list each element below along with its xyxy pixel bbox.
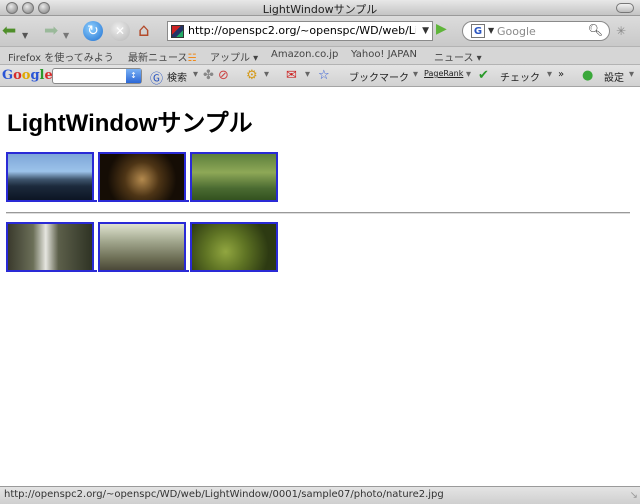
thumbnail-misty-plants[interactable] [98, 222, 186, 272]
bookmark-amazon[interactable]: Amazon.co.jp [271, 49, 338, 60]
autofill-dropdown-icon[interactable]: ▾ [264, 69, 269, 80]
rss-icon: ☵ [187, 53, 197, 64]
home-icon[interactable]: ⌂ [138, 21, 149, 41]
settings-dropdown-icon[interactable]: ▾ [629, 69, 634, 80]
settings-orb-icon[interactable]: ● [582, 68, 593, 83]
google-bookmarks-button[interactable]: ブックマーク [349, 69, 409, 84]
gmail-dropdown-icon[interactable]: ▾ [305, 69, 310, 80]
link-underline [94, 200, 97, 202]
horizontal-rule [6, 212, 630, 214]
gmail-icon[interactable]: ✉ [286, 68, 297, 83]
title-bar: LightWindowサンプル [0, 0, 640, 16]
address-bar[interactable]: http://openspc2.org/~openspc/WD/web/Ligl… [167, 21, 433, 41]
status-bar: http://openspc2.org/~openspc/WD/web/Ligh… [0, 486, 640, 504]
bookmark-latest-news-label: 最新ニュース [128, 53, 188, 64]
highlight-icon[interactable]: ✤ [203, 68, 214, 83]
browser-window: LightWindowサンプル ⬅ ▼ ➡ ▼ ↻ ✕ ⌂ http://ope… [0, 0, 640, 504]
bookmark-firefox-guide[interactable]: Firefox を使ってみよう [8, 49, 114, 64]
bookmark-yahoo-japan[interactable]: Yahoo! JAPAN [351, 49, 417, 60]
bookmarks-dropdown-icon[interactable]: ▾ [413, 69, 418, 80]
google-search-input[interactable]: ↕ [52, 68, 142, 84]
link-underline [94, 270, 97, 272]
autofill-icon[interactable]: ⚙ [246, 68, 258, 83]
thumbnail-moss-closeup[interactable] [190, 222, 278, 272]
search-box[interactable]: G ▼ Google 🔍︎ [462, 21, 610, 41]
google-search-dropdown-icon[interactable]: ↕ [126, 69, 141, 83]
link-underline [186, 270, 189, 272]
pagerank-dropdown-icon[interactable]: ▾ [466, 69, 471, 80]
search-magnifier-icon[interactable]: 🔍︎ [588, 23, 603, 37]
thumbnail-mountain-lake[interactable] [6, 152, 94, 202]
google-g-icon: Ⓖ [150, 72, 164, 87]
toolbar-toggle-button[interactable] [616, 3, 634, 13]
forward-history-dropdown-icon[interactable]: ▼ [63, 26, 69, 46]
window-title: LightWindowサンプル [262, 3, 378, 16]
popup-blocker-icon[interactable]: ⊘ [218, 68, 229, 83]
site-favicon-icon [171, 25, 184, 38]
search-input[interactable]: Google [497, 25, 536, 38]
reload-icon[interactable]: ↻ [83, 21, 103, 41]
spellcheck-button[interactable]: チェック [500, 69, 540, 84]
bookmark-latest-news[interactable]: 最新ニュース☵ [128, 49, 196, 64]
back-history-dropdown-icon[interactable]: ▼ [22, 26, 28, 46]
thumbnail-forest-backlit[interactable] [98, 152, 186, 202]
go-arrow-icon[interactable]: ▶ [436, 21, 447, 37]
thumbnail-waterfall[interactable] [6, 222, 94, 272]
search-engine-dropdown-icon[interactable]: ▼ [488, 26, 494, 35]
search-dropdown-icon[interactable]: ▾ [193, 69, 198, 80]
bookmark-apple[interactable]: アップル ▾ [210, 49, 258, 64]
stop-icon[interactable]: ✕ [110, 21, 130, 41]
bookmark-news[interactable]: ニュース ▾ [434, 49, 482, 64]
resize-grip-icon[interactable]: ↘ [630, 490, 638, 501]
spellcheck-icon[interactable]: ✔ [478, 68, 489, 83]
back-arrow-icon[interactable]: ⬅ [2, 21, 16, 41]
address-bar-url[interactable]: http://openspc2.org/~openspc/WD/web/Ligl [188, 24, 416, 37]
google-toolbar: Google ↕ Ⓖ 検索 ▾ ✤ ⊘ ⚙ ▾ ✉ ▾ ☆ ブックマーク ▾ P… [0, 64, 640, 87]
status-text: http://openspc2.org/~openspc/WD/web/Ligh… [4, 489, 444, 500]
pagerank-indicator[interactable]: PageRank [424, 69, 463, 78]
google-search-button[interactable]: 検索 [167, 69, 187, 84]
more-chevron-button[interactable]: » [558, 69, 564, 80]
star-bookmark-icon[interactable]: ☆ [318, 68, 330, 83]
link-underline [186, 200, 189, 202]
forward-arrow-icon[interactable]: ➡ [44, 21, 58, 41]
settings-button[interactable]: 設定 [604, 69, 624, 84]
navigation-toolbar: ⬅ ▼ ➡ ▼ ↻ ✕ ⌂ http://openspc2.org/~opens… [0, 16, 640, 46]
spellcheck-dropdown-icon[interactable]: ▾ [547, 69, 552, 80]
page-title: LightWindowサンプル [7, 110, 253, 137]
activity-spinner-icon: ✳ [616, 24, 627, 38]
url-history-dropdown-icon[interactable]: ▼ [422, 26, 429, 36]
google-logo[interactable]: Google [2, 68, 53, 83]
search-engine-icon[interactable]: G [471, 24, 485, 38]
page-content: LightWindowサンプル [0, 87, 640, 486]
thumbnail-green-moss[interactable] [190, 152, 278, 202]
bookmarks-toolbar: Firefox を使ってみよう 最新ニュース☵ アップル ▾ Amazon.co… [0, 46, 640, 64]
